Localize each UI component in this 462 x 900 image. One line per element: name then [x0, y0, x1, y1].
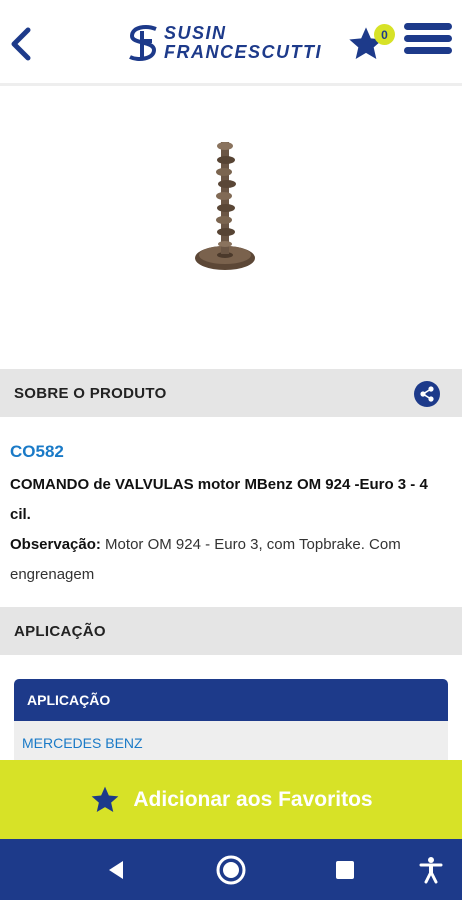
application-section-header: APLICAÇÃO — [0, 607, 462, 655]
add-to-favorites-button[interactable]: Adicionar aos Favoritos — [0, 760, 462, 839]
application-table: APLICAÇÃO MERCEDES BENZ — [14, 679, 448, 765]
section-title: SOBRE O PRODUTO — [14, 384, 167, 402]
hamburger-icon-bar — [404, 23, 452, 30]
logo-text-line2: FRANCESCUTTI — [164, 42, 322, 62]
share-icon — [420, 386, 434, 402]
square-recent-icon — [336, 861, 354, 879]
back-button[interactable] — [6, 24, 36, 64]
triangle-back-icon — [109, 861, 123, 879]
chevron-left-icon — [11, 27, 31, 61]
application-table-header: APLICAÇÃO — [14, 679, 448, 721]
share-button[interactable] — [414, 381, 440, 407]
product-name: COMANDO de VALVULAS motor MBenz OM 924 -… — [10, 476, 428, 523]
menu-button[interactable] — [404, 23, 452, 61]
add-to-favorites-label: Adicionar aos Favoritos — [133, 787, 373, 811]
nav-back-button[interactable] — [99, 853, 133, 887]
accessibility-icon — [419, 857, 443, 884]
logo-text-line1: SUSIN — [164, 23, 227, 43]
product-image — [195, 142, 255, 270]
brand-logo: SUSIN FRANCESCUTTI — [126, 20, 322, 66]
nav-home-button[interactable] — [214, 853, 248, 887]
application-row[interactable]: MERCEDES BENZ — [14, 721, 448, 765]
star-icon — [92, 786, 119, 812]
nav-recent-apps-button[interactable] — [328, 853, 362, 887]
logo-mark-icon — [129, 25, 157, 61]
product-observation: Observação: Motor OM 924 - Euro 3, com T… — [10, 530, 450, 590]
app-header: SUSIN FRANCESCUTTI 0 — [0, 0, 462, 86]
section-title: APLICAÇÃO — [14, 622, 106, 640]
circle-home-icon — [216, 855, 246, 885]
hamburger-icon-bar — [404, 47, 452, 54]
nav-accessibility-button[interactable] — [414, 853, 448, 887]
product-code: CO582 — [10, 442, 64, 461]
system-navigation-bar — [0, 839, 462, 900]
hamburger-icon-bar — [404, 35, 452, 42]
favorites-count-badge: 0 — [374, 24, 395, 45]
observation-label: Observação: — [10, 536, 101, 553]
about-product-section-header: SOBRE O PRODUTO — [0, 369, 462, 417]
